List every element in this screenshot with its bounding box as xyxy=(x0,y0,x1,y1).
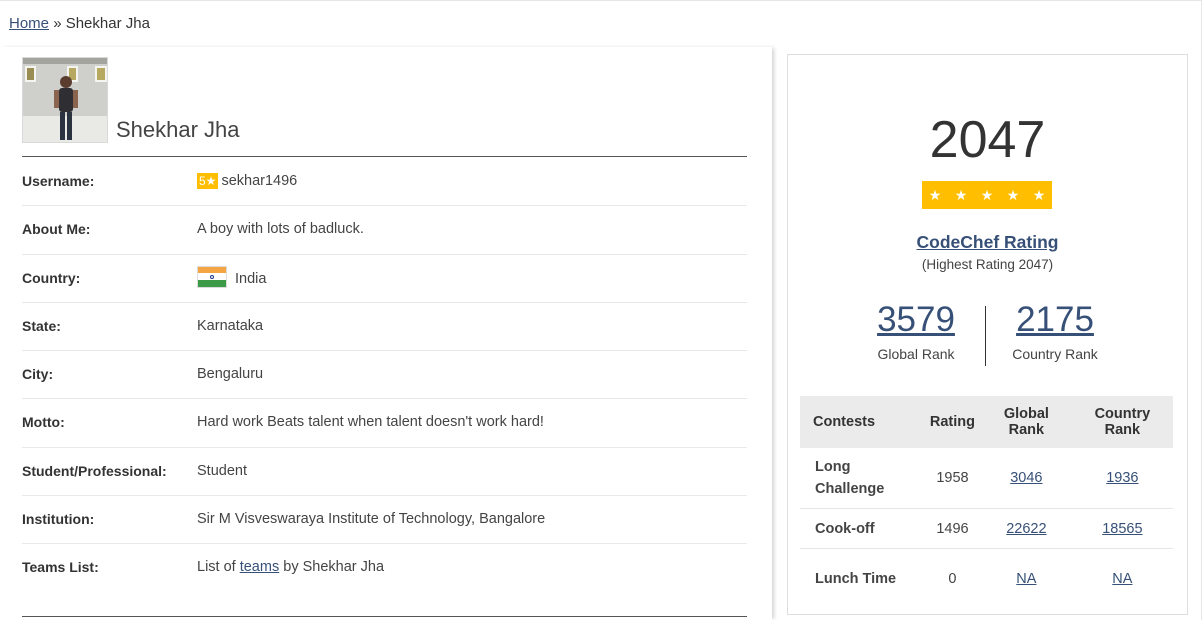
detail-row-city: City: Bengaluru xyxy=(22,351,747,400)
star-rating-badge: 5★ xyxy=(197,173,219,189)
contest-country-rank: 1936 xyxy=(1071,448,1173,509)
detail-value: 5★ sekhar1496 xyxy=(197,173,297,189)
detail-label: Motto: xyxy=(22,414,65,431)
breadcrumb-home-link[interactable]: Home xyxy=(9,15,49,32)
contest-global-rank: NA xyxy=(981,549,1072,610)
contest-rating: 0 xyxy=(948,571,957,587)
detail-row-teams: Teams List: List of teams by Shekhar Jha xyxy=(22,544,747,591)
country-rank-block: 2175 Country Rank xyxy=(985,300,1125,362)
top-border xyxy=(0,0,1202,1)
detail-row-institution: Institution: Sir M Visveswaraya Institut… xyxy=(22,496,747,545)
global-rank-block: 3579 Global Rank xyxy=(846,300,986,362)
contest-ratings-table: Contests Rating Global Rank Country Rank… xyxy=(800,396,1173,609)
column-header-contests: Contests xyxy=(800,396,924,448)
breadcrumb-current: Shekhar Jha xyxy=(65,15,150,32)
star-rating: ★ ★ ★ ★ ★ xyxy=(922,181,1052,209)
teams-link[interactable]: teams xyxy=(240,559,280,575)
country-rank-link[interactable]: 2175 xyxy=(985,300,1125,340)
global-rank-label: Global Rank xyxy=(877,346,955,362)
contest-name: Long Challenge xyxy=(800,448,924,509)
column-header-country-rank: Country Rank xyxy=(1071,396,1173,448)
detail-value: India xyxy=(197,265,267,288)
detail-row-about: About Me: A boy with lots of badluck. xyxy=(22,206,747,255)
global-rank-link[interactable]: NA xyxy=(1016,571,1036,587)
breadcrumb: Home » Shekhar Jha xyxy=(9,15,150,32)
detail-value: Karnataka xyxy=(197,317,264,334)
global-rank-link[interactable]: 3579 xyxy=(846,300,986,340)
table-row: Cook-off 1496 22622 18565 xyxy=(800,508,1173,549)
contest-rating: 1958 xyxy=(923,448,981,509)
detail-row-state: State: Karnataka xyxy=(22,303,747,352)
star-icon: ★ xyxy=(928,186,942,203)
detail-label: Teams List: xyxy=(22,559,99,576)
detail-label: State: xyxy=(22,317,61,334)
profile-bottom-divider xyxy=(22,616,747,617)
country-rank-link[interactable]: 18565 xyxy=(1102,521,1142,537)
detail-value: Hard work Beats talent when talent doesn… xyxy=(197,414,544,431)
profile-details: Username: 5★ sekhar1496 About Me: A boy … xyxy=(22,158,747,592)
rating-panel: 2047 ★ ★ ★ ★ ★ CodeChef Rating (Highest … xyxy=(787,54,1188,615)
teams-prefix: List of xyxy=(197,559,236,576)
contest-country-rank: NA xyxy=(1072,549,1173,610)
highest-rating: (Highest Rating 2047) xyxy=(921,257,1054,272)
country-text: India xyxy=(235,270,267,287)
contest-country-rank: 18565 xyxy=(1071,508,1173,549)
name-divider xyxy=(22,156,747,157)
global-rank-link[interactable]: 3046 xyxy=(1010,470,1042,486)
contest-name: Cook-off xyxy=(800,508,924,549)
detail-value: Sir M Visveswaraya Institute of Technolo… xyxy=(197,511,546,528)
detail-label: Country: xyxy=(22,269,81,286)
detail-row-motto: Motto: Hard work Beats talent when talen… xyxy=(22,399,747,448)
contest-global-rank: 3046 xyxy=(981,448,1072,509)
detail-value: Bengaluru xyxy=(197,366,264,383)
table-row: Long Challenge 1958 3046 1936 xyxy=(800,448,1173,509)
current-rating: 2047 xyxy=(929,111,1046,169)
profile-name: Shekhar Jha xyxy=(116,117,240,142)
detail-value: Student xyxy=(197,462,247,479)
avatar-photo xyxy=(23,58,107,142)
star-icon: ★ xyxy=(980,186,994,203)
rating-title: CodeChef Rating xyxy=(788,232,1187,253)
star-icon: ★ xyxy=(954,186,968,203)
detail-label: Institution: xyxy=(22,511,95,528)
contest-global-rank: 22622 xyxy=(981,508,1072,549)
country-rank-label: Country Rank xyxy=(1012,346,1098,362)
detail-label: City: xyxy=(22,366,54,383)
username-text: sekhar1496 xyxy=(221,173,298,189)
global-rank-link[interactable]: 22622 xyxy=(1006,521,1046,537)
country-rank-link[interactable]: 1936 xyxy=(1106,470,1138,486)
table-header-row: Contests Rating Global Rank Country Rank xyxy=(800,396,1173,448)
india-flag-icon xyxy=(197,265,227,288)
detail-row-occupation: Student/Professional: Student xyxy=(22,448,747,497)
detail-value: List of teams by Shekhar Jha xyxy=(197,559,384,575)
detail-row-username: Username: 5★ sekhar1496 xyxy=(22,158,747,207)
country-rank-link[interactable]: NA xyxy=(1112,571,1132,587)
teams-suffix: by Shekhar Jha xyxy=(283,559,385,576)
detail-label: Student/Professional: xyxy=(22,462,167,479)
detail-label: About Me: xyxy=(22,221,91,238)
breadcrumb-separator: » xyxy=(53,15,62,32)
codechef-rating-link[interactable]: CodeChef Rating xyxy=(917,232,1059,252)
detail-row-country: Country: India xyxy=(22,255,747,303)
detail-label: Username: xyxy=(22,173,95,189)
table-row: Lunch Time 0 NA NA xyxy=(800,549,1173,610)
star-icon: ★ xyxy=(1006,186,1020,203)
detail-value: A boy with lots of badluck. xyxy=(197,221,364,238)
column-header-global-rank: Global Rank xyxy=(981,396,1072,448)
column-header-rating: Rating xyxy=(923,396,981,448)
avatar xyxy=(22,57,108,143)
contest-name: Lunch Time xyxy=(815,571,897,587)
star-icon: ★ xyxy=(1032,186,1046,203)
contest-rating: 1496 xyxy=(923,508,981,549)
